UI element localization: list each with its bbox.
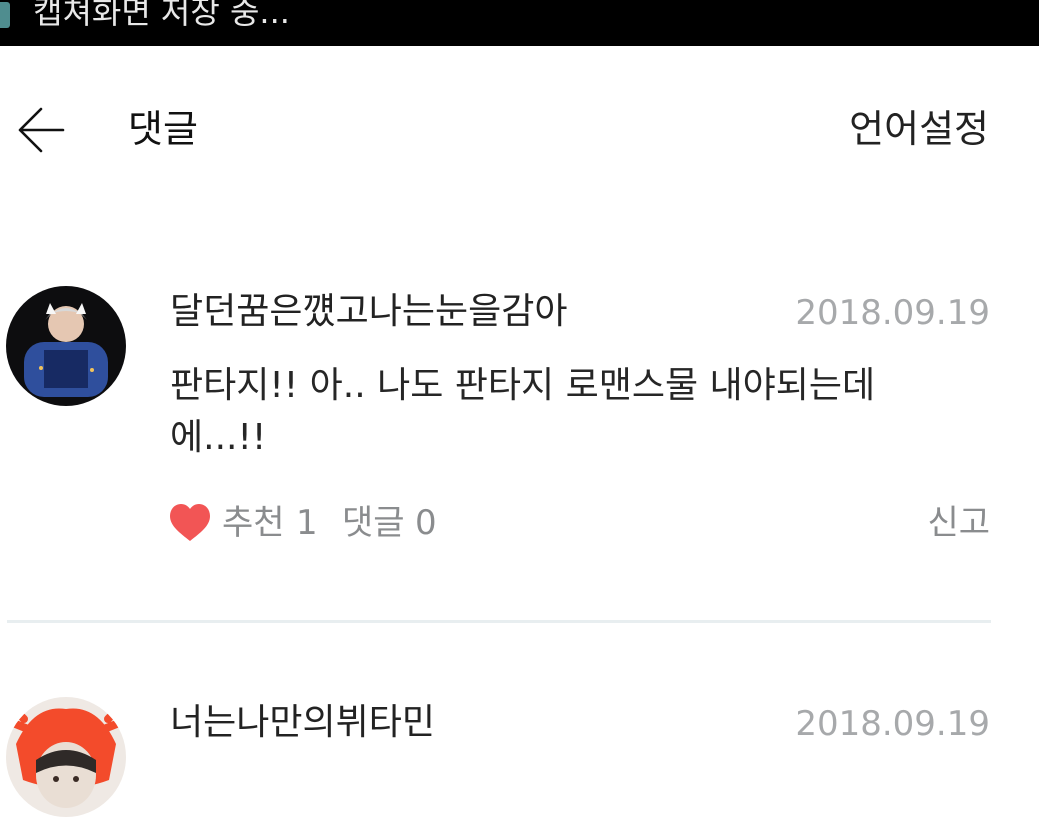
- comment-text: 판타지!! 아.. 나도 판타지 로맨스물 내야되는데에...!!: [170, 365, 876, 458]
- avatar[interactable]: [6, 286, 126, 406]
- status-bar: 캡쳐화면 저장 중...: [0, 0, 1039, 46]
- notification-icon: [0, 2, 10, 28]
- report-button[interactable]: 신고: [927, 502, 990, 544]
- comment-author[interactable]: 너는나만의뷔타민: [170, 701, 435, 745]
- comment-author[interactable]: 달던꿈은꺴고나는눈을감아: [170, 290, 567, 334]
- avatar-photo: [6, 697, 126, 817]
- language-settings-button[interactable]: 언어설정: [849, 106, 989, 152]
- app-header: 댓글 언어설정: [0, 46, 1039, 216]
- comment-date: 2018.09.19: [795, 704, 990, 744]
- reply-count[interactable]: 0: [415, 502, 437, 544]
- heart-icon[interactable]: [168, 502, 212, 544]
- page-title: 댓글: [128, 107, 198, 151]
- reply-label[interactable]: 댓글: [342, 502, 405, 544]
- status-text: 캡쳐화면 저장 중...: [33, 0, 290, 31]
- back-button[interactable]: [14, 104, 70, 158]
- avatar[interactable]: [6, 697, 126, 817]
- comment-actions: 추천 1 댓글 0 신고: [170, 500, 990, 548]
- arrow-left-icon: [18, 107, 65, 153]
- comment-date: 2018.09.19: [795, 293, 990, 333]
- comment-divider: [7, 620, 991, 623]
- avatar-photo: [6, 286, 126, 406]
- recommend-label[interactable]: 추천: [222, 502, 285, 544]
- recommend-count[interactable]: 1: [296, 502, 318, 544]
